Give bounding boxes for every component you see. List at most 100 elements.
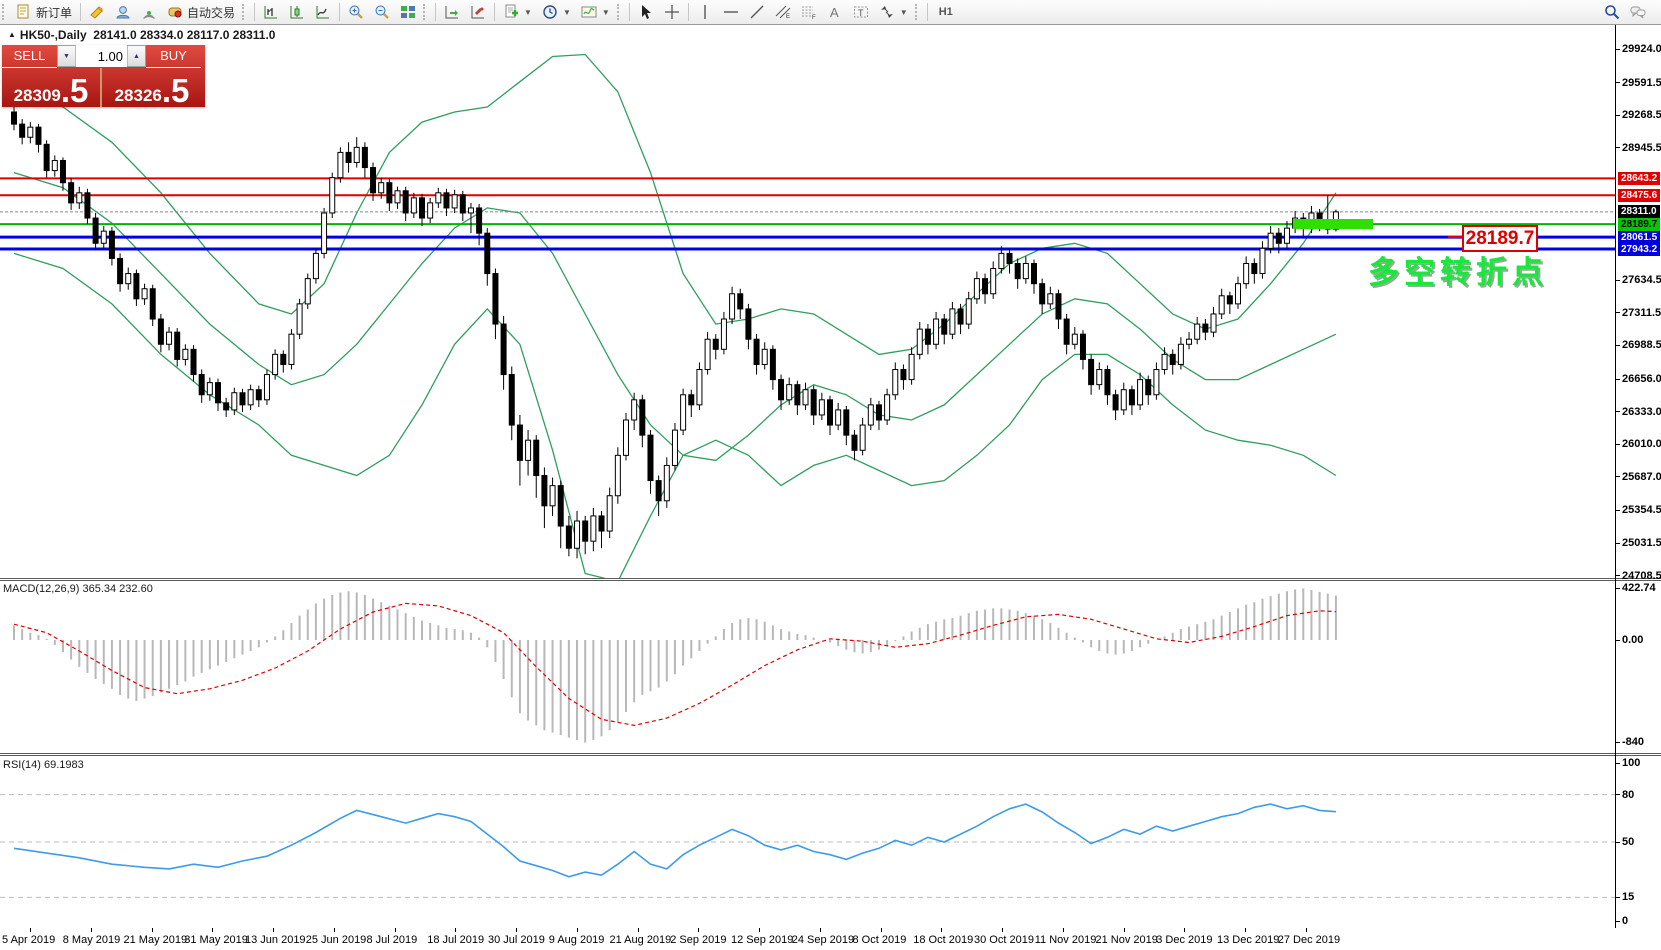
candle-body bbox=[1071, 333, 1078, 345]
candle-body bbox=[492, 273, 499, 325]
indicators-button[interactable]: ▼ bbox=[576, 2, 615, 22]
cloud-profile-icon bbox=[116, 6, 130, 19]
sell-price[interactable]: 28309.5 bbox=[2, 68, 102, 107]
candle-body bbox=[1202, 323, 1209, 333]
date-label: 11 Nov 2019 bbox=[1034, 934, 1097, 946]
candle-body bbox=[84, 192, 91, 219]
buy-price[interactable]: 28326.5 bbox=[102, 68, 202, 107]
date-tick bbox=[30, 928, 31, 932]
candle-body bbox=[11, 111, 17, 125]
fibonacci-tool-button[interactable]: F bbox=[796, 2, 822, 22]
price-axis[interactable]: 28643.2 28475.6 28311.0 28189.7 28061.5 27943… bbox=[1616, 25, 1661, 582]
text-label-icon: T bbox=[853, 6, 868, 18]
candle-body bbox=[933, 318, 940, 345]
date-tick bbox=[1245, 928, 1246, 932]
candle-body bbox=[851, 434, 858, 451]
new-chart-icon bbox=[505, 4, 519, 18]
tile-windows-button[interactable] bbox=[395, 2, 421, 22]
comments-button[interactable] bbox=[1625, 2, 1651, 22]
candle-body bbox=[549, 485, 556, 507]
new-order-button[interactable]: 新订单 bbox=[11, 2, 77, 23]
macd-axis[interactable]: 422.74 0.00 -840 bbox=[1616, 581, 1661, 755]
market-watch-button[interactable] bbox=[84, 2, 110, 22]
candle-body bbox=[1153, 369, 1160, 396]
channel-tool-button[interactable]: E bbox=[770, 2, 796, 22]
price-badge-27943.2: 27943.2 bbox=[1618, 242, 1661, 256]
macd-pane[interactable] bbox=[0, 581, 1615, 755]
candle-body bbox=[337, 151, 344, 179]
candle-body bbox=[353, 146, 360, 164]
arrows-tool-button[interactable]: ▼ bbox=[874, 2, 913, 22]
hline-tool-button[interactable] bbox=[718, 2, 744, 22]
cursor-tool-button[interactable] bbox=[633, 2, 659, 22]
price-badge-28643.2: 28643.2 bbox=[1618, 171, 1661, 185]
candle-body bbox=[76, 192, 83, 204]
time-axis[interactable]: 5 Apr 2019 8 May 2019 21 May 2019 31 May 20… bbox=[0, 928, 1661, 950]
tile-windows-icon bbox=[401, 6, 416, 18]
date-label: 27 Dec 2019 bbox=[1277, 934, 1341, 946]
chart-shift-button[interactable] bbox=[465, 2, 491, 22]
zoom-in-button[interactable] bbox=[343, 2, 369, 22]
new-chart-button[interactable]: ▼ bbox=[498, 2, 537, 22]
caret-down-icon: ▼ bbox=[899, 7, 908, 17]
volume-input[interactable] bbox=[76, 45, 127, 67]
vline-tool-button[interactable] bbox=[692, 2, 718, 22]
search-button[interactable] bbox=[1599, 2, 1625, 22]
buy-button[interactable]: BUY bbox=[146, 45, 201, 68]
date-tick bbox=[394, 928, 396, 932]
svg-text:F: F bbox=[812, 15, 816, 20]
candle-body bbox=[639, 399, 646, 436]
trendline-tool-button[interactable] bbox=[744, 2, 770, 22]
crosshair-tool-button[interactable] bbox=[659, 2, 685, 22]
candle-body bbox=[965, 298, 972, 325]
sell-button[interactable]: SELL bbox=[2, 45, 57, 68]
candle-body bbox=[712, 338, 719, 350]
bar-chart-mode-button[interactable] bbox=[258, 2, 284, 22]
candle-body bbox=[802, 389, 809, 406]
candle-body bbox=[1226, 295, 1233, 305]
volume-increase-button[interactable]: ▲ bbox=[127, 46, 145, 66]
auto-scroll-button[interactable] bbox=[439, 2, 465, 22]
candle-body bbox=[827, 399, 833, 426]
chinese-annotation[interactable]: 多空转折点 bbox=[1368, 247, 1548, 292]
candle-body bbox=[476, 207, 483, 234]
timeframe-h1[interactable]: H1 bbox=[931, 2, 968, 22]
candle-body bbox=[247, 389, 254, 406]
candle-body bbox=[157, 318, 164, 345]
candle-body bbox=[394, 190, 401, 204]
candle-body bbox=[729, 293, 736, 320]
candle-body bbox=[810, 389, 817, 416]
pane-separator[interactable] bbox=[0, 755, 1661, 756]
date-tick bbox=[880, 928, 882, 932]
candle-body bbox=[835, 409, 842, 426]
vertical-line-icon bbox=[704, 5, 706, 19]
candle-body bbox=[590, 515, 597, 542]
candle-chart-mode-button[interactable] bbox=[284, 2, 310, 22]
date-label: 5 Apr 2019 bbox=[2, 934, 56, 946]
periods-button[interactable]: ▼ bbox=[537, 2, 576, 22]
candle-body bbox=[190, 348, 197, 376]
candle-body bbox=[614, 454, 621, 497]
line-chart-mode-button[interactable] bbox=[310, 2, 336, 22]
rsi-line bbox=[13, 803, 1336, 878]
autotrading-button[interactable]: 自动交易 bbox=[162, 2, 240, 23]
rsi-pane[interactable] bbox=[0, 757, 1615, 928]
text-tool-button[interactable]: A bbox=[822, 2, 848, 22]
volume-decrease-button[interactable]: ▼ bbox=[58, 46, 76, 66]
zoom-out-button[interactable] bbox=[369, 2, 395, 22]
candle-body bbox=[982, 278, 989, 295]
candle-body bbox=[467, 207, 474, 214]
signal-button[interactable] bbox=[136, 2, 162, 22]
macd-label: MACD(12,26,9) 365.34 232.60 bbox=[3, 583, 153, 595]
main-chart-pane[interactable] bbox=[0, 25, 1615, 578]
candle-body bbox=[361, 146, 368, 169]
green-highlight-bar[interactable] bbox=[1293, 219, 1373, 229]
rsi-axis[interactable]: 100 80 50 15 0 bbox=[1616, 757, 1661, 928]
equidistant-channel-icon: E bbox=[775, 5, 791, 20]
community-button[interactable] bbox=[110, 2, 136, 22]
volume-stepper: ▼ ▲ bbox=[57, 45, 146, 67]
pane-separator[interactable] bbox=[0, 578, 1661, 579]
text-label-tool-button[interactable]: T bbox=[848, 2, 874, 22]
toolbar-grip[interactable] bbox=[2, 4, 9, 20]
candle-body bbox=[916, 328, 923, 355]
